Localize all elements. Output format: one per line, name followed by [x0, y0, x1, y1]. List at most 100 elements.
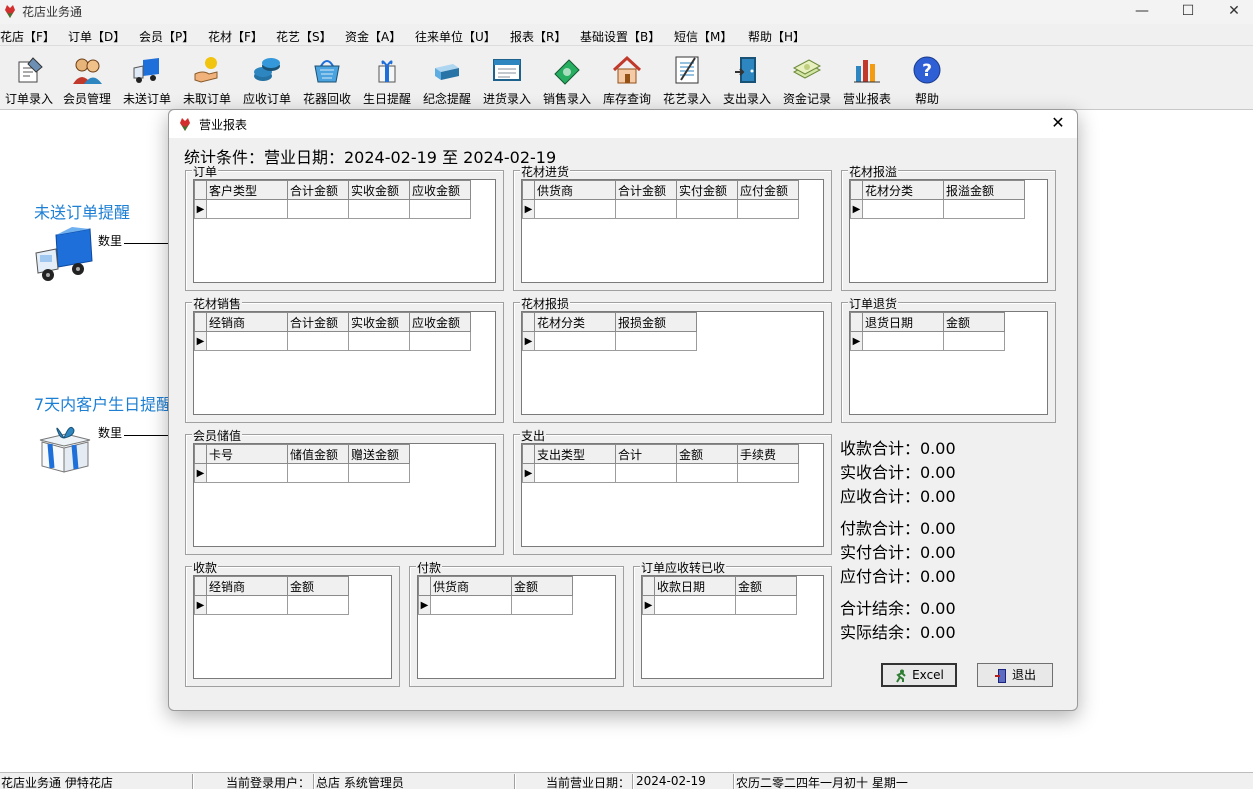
toolbar-expense-entry-button[interactable]: 支出录入: [718, 52, 776, 108]
menu-sms[interactable]: 短信【M】: [674, 28, 732, 45]
toolbar-label: 销售录入: [542, 92, 591, 106]
row-indicator-icon: ▶: [194, 331, 207, 351]
column-header[interactable]: 手续费: [737, 444, 799, 464]
menu-partners[interactable]: 往来单位【U】: [415, 28, 496, 45]
deposit-grid[interactable]: 卡号 储值金额 赠送金额 ▶: [193, 443, 496, 547]
menu-material[interactable]: 花材【F】: [208, 28, 263, 45]
column-header[interactable]: 退货日期: [862, 312, 944, 332]
toolbar-funds-record-button[interactable]: 资金记录: [778, 52, 836, 108]
toolbar-business-report-button[interactable]: 营业报表: [838, 52, 896, 108]
menu-funds[interactable]: 资金【A】: [345, 28, 401, 45]
birthday-reminder-title: 7天内客户生日提醒: [34, 395, 173, 414]
sales-grid[interactable]: 经销商 合计金额 实收金额 应收金额 ▶: [193, 311, 496, 415]
toolbar-members-button[interactable]: 会员管理: [58, 52, 116, 108]
table-row[interactable]: ▶: [194, 199, 471, 219]
column-header[interactable]: 供货商: [430, 576, 512, 596]
menu-arrangement[interactable]: 花艺【S】: [276, 28, 332, 45]
exit-button[interactable]: 退出: [977, 663, 1053, 687]
order-grid[interactable]: 客户类型 合计金额 实收金额 应收金额 ▶: [193, 179, 496, 283]
table-row[interactable]: ▶: [522, 199, 799, 219]
table-row[interactable]: ▶: [194, 463, 410, 483]
column-header[interactable]: 储值金额: [287, 444, 349, 464]
toolbar-vase-recycle-button[interactable]: 花器回收: [298, 52, 356, 108]
toolbar-untaken-orders-button[interactable]: 未取订单: [178, 52, 236, 108]
menu-shop[interactable]: 花店【F】: [0, 28, 55, 45]
column-header[interactable]: 实付金额: [676, 180, 738, 200]
excel-runner-icon: [896, 669, 906, 683]
column-header[interactable]: 实收金额: [348, 312, 410, 332]
toolbar-arrangement-entry-button[interactable]: 花艺录入: [658, 52, 716, 108]
column-header[interactable]: 花材分类: [862, 180, 944, 200]
toolbar-purchase-entry-button[interactable]: 进货录入: [478, 52, 536, 108]
column-header[interactable]: 合计金额: [287, 180, 349, 200]
column-header[interactable]: 报损金额: [615, 312, 697, 332]
expense-group: 支出 支出类型 合计 金额 手续费 ▶: [513, 427, 832, 555]
menu-reports[interactable]: 报表【R】: [510, 28, 566, 45]
table-row[interactable]: ▶: [522, 331, 697, 351]
column-header[interactable]: 赠送金额: [348, 444, 410, 464]
column-header[interactable]: 金额: [287, 576, 349, 596]
column-header[interactable]: 合计金额: [287, 312, 349, 332]
column-header[interactable]: 卡号: [206, 444, 288, 464]
app-logo-icon: [180, 118, 190, 131]
excel-export-button[interactable]: Excel: [881, 663, 957, 687]
toolbar-sales-entry-button[interactable]: 销售录入: [538, 52, 596, 108]
column-header[interactable]: 应付金额: [737, 180, 799, 200]
toolbar-receivable-orders-button[interactable]: 应收订单: [238, 52, 296, 108]
toolbar-unsent-orders-button[interactable]: 未送订单: [118, 52, 176, 108]
column-header[interactable]: 经销商: [206, 312, 288, 332]
toolbar-order-entry-button[interactable]: 订单录入: [0, 52, 58, 108]
column-header[interactable]: 金额: [511, 576, 573, 596]
menu-member[interactable]: 会员【P】: [139, 28, 194, 45]
column-header[interactable]: 金额: [735, 576, 797, 596]
table-row[interactable]: ▶: [850, 199, 1025, 219]
column-header[interactable]: 支出类型: [534, 444, 616, 464]
menu-settings[interactable]: 基础设置【B】: [580, 28, 660, 45]
row-indicator-icon: ▶: [850, 331, 863, 351]
close-button[interactable]: ✕: [1211, 0, 1253, 24]
toolbar-anniversary-reminder-button[interactable]: 纪念提醒: [418, 52, 476, 108]
column-header[interactable]: 合计金额: [615, 180, 677, 200]
table-row[interactable]: ▶: [850, 331, 1005, 351]
column-header[interactable]: 报溢金额: [943, 180, 1025, 200]
expense-grid[interactable]: 支出类型 合计 金额 手续费 ▶: [521, 443, 824, 547]
minimize-button[interactable]: —: [1119, 0, 1165, 24]
column-header[interactable]: 金额: [943, 312, 1005, 332]
purchase-grid[interactable]: 供货商 合计金额 实付金额 应付金额 ▶: [521, 179, 824, 283]
toolbar-label: 库存查询: [602, 92, 651, 106]
column-header[interactable]: 实收金额: [348, 180, 410, 200]
column-header[interactable]: 客户类型: [206, 180, 288, 200]
toolbar-birthday-reminder-button[interactable]: 生日提醒: [358, 52, 416, 108]
toolbar-help-button[interactable]: ? 帮助: [898, 52, 956, 108]
toolbar-label: 未取订单: [182, 92, 231, 106]
column-header[interactable]: 应收金额: [409, 180, 471, 200]
column-header[interactable]: 金额: [676, 444, 738, 464]
toolbar-inventory-query-button[interactable]: 库存查询: [598, 52, 656, 108]
payment-grid[interactable]: 供货商 金额 ▶: [417, 575, 616, 679]
column-header[interactable]: 应收金额: [409, 312, 471, 332]
menu-help[interactable]: 帮助【H】: [748, 28, 805, 45]
column-header[interactable]: 供货商: [534, 180, 616, 200]
menu-order[interactable]: 订单【D】: [68, 28, 125, 45]
table-row[interactable]: ▶: [194, 331, 471, 351]
column-header[interactable]: 经销商: [206, 576, 288, 596]
receipt-grid[interactable]: 经销商 金额 ▶: [193, 575, 392, 679]
group-title: 订单退货: [848, 295, 899, 312]
table-row[interactable]: ▶: [418, 595, 573, 615]
maximize-button[interactable]: ☐: [1165, 0, 1211, 24]
table-row[interactable]: ▶: [522, 463, 799, 483]
transfer-grid[interactable]: 收款日期 金额 ▶: [641, 575, 824, 679]
row-indicator-icon: ▶: [642, 595, 655, 615]
toolbar: 订单录入 会员管理 未送订单 未取订单 应收订单 花器回收 生日提醒 纪念提醒 …: [0, 46, 1253, 110]
overflow-grid[interactable]: 花材分类 报溢金额 ▶: [849, 179, 1048, 283]
column-header[interactable]: 合计: [615, 444, 677, 464]
status-separator: [514, 774, 516, 789]
table-row[interactable]: ▶: [642, 595, 797, 615]
table-row[interactable]: ▶: [194, 595, 349, 615]
loss-grid[interactable]: 花材分类 报损金额 ▶: [521, 311, 824, 415]
column-header[interactable]: 花材分类: [534, 312, 616, 332]
toolbar-label: 订单录入: [4, 92, 53, 106]
returns-grid[interactable]: 退货日期 金额 ▶: [849, 311, 1048, 415]
column-header[interactable]: 收款日期: [654, 576, 736, 596]
dialog-close-button[interactable]: ✕: [1045, 112, 1071, 136]
